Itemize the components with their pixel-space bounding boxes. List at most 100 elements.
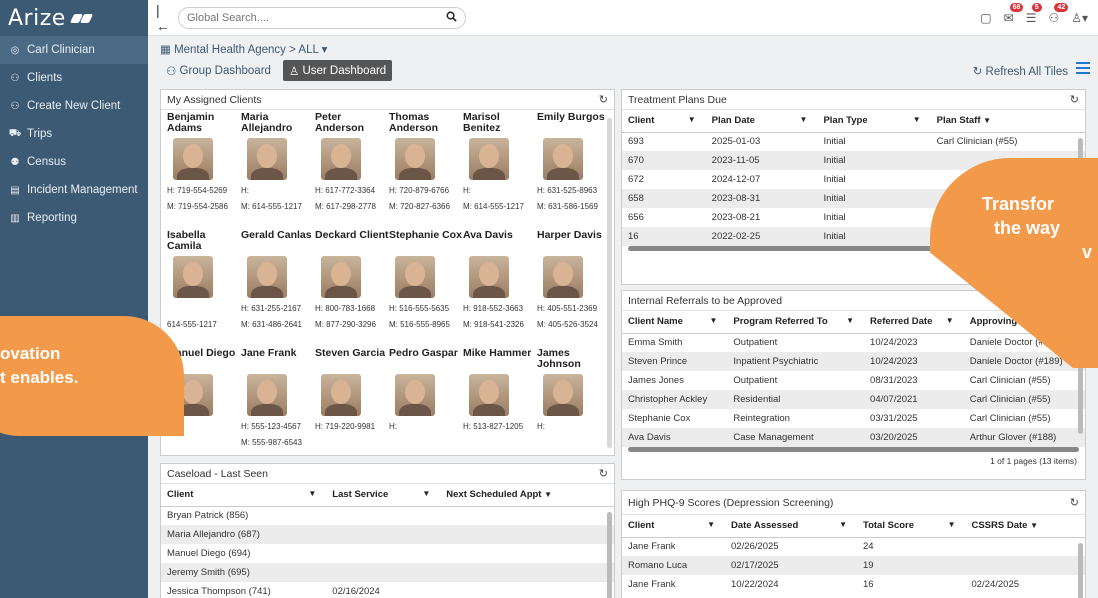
filter-icon[interactable]: ▼ <box>308 489 316 498</box>
client-photo[interactable] <box>395 256 435 298</box>
filter-icon[interactable]: ▼ <box>946 316 954 325</box>
client-card[interactable]: Ava Davis H: 918-552-3663 M: 918-541-2326 <box>463 230 537 348</box>
column-header[interactable]: Plan Date ▼ <box>705 110 818 133</box>
client-card[interactable]: Pedro Gaspar H: <box>389 348 463 455</box>
client-card[interactable]: Marisol Benitez H: M: 614-555-1217 <box>463 112 537 230</box>
table-row[interactable]: Stephanie Cox Reintegration 03/31/2025 Carl… <box>622 409 1085 428</box>
sidebar-item-carl-clinician[interactable]: ◎ Carl Clinician <box>0 36 148 64</box>
client-photo[interactable] <box>173 138 213 180</box>
refresh-all-button[interactable]: ↻ Refresh All Tiles <box>973 64 1068 78</box>
client-card[interactable]: Mike Hammer H: 513-827-1205 <box>463 348 537 455</box>
sidebar-item-clients[interactable]: ⚇ Clients <box>0 64 148 92</box>
breadcrumb[interactable]: ▦ Mental Health Agency > ALL ▾ <box>160 42 327 56</box>
client-photo[interactable] <box>395 138 435 180</box>
table-row[interactable]: Jessica Thompson (741) 02/16/2024 <box>161 582 614 598</box>
filter-icon[interactable]: ▼ <box>544 490 552 499</box>
table-row[interactable]: Maria Allejandro (687) <box>161 525 614 544</box>
table-row[interactable]: 693 2025-01-03 Initial Carl Clinician (#55) <box>622 132 1085 151</box>
table-row[interactable]: Jane Frank 02/26/2025 24 <box>622 537 1085 556</box>
client-photo[interactable] <box>321 138 361 180</box>
column-header[interactable]: Client ▼ <box>622 515 725 538</box>
refresh-icon[interactable]: ↻ <box>1070 496 1079 509</box>
column-header[interactable]: Last Service ▼ <box>326 484 441 507</box>
table-row[interactable]: Romano Luca 02/17/2025 19 <box>622 556 1085 575</box>
refresh-icon[interactable]: ↻ <box>1070 93 1079 106</box>
refresh-icon[interactable]: ↻ <box>599 93 608 106</box>
client-photo[interactable] <box>247 138 287 180</box>
table-row[interactable]: Manuel Diego (694) <box>161 544 614 563</box>
client-photo[interactable] <box>469 256 509 298</box>
client-card[interactable]: Steven Garcia H: 719-220-9981 <box>315 348 389 455</box>
table-row[interactable]: Jeremy Smith (695) <box>161 563 614 582</box>
client-card[interactable]: Stephanie Cox H: 516-555-5635 M: 516-555-8… <box>389 230 463 348</box>
client-photo[interactable] <box>543 256 583 298</box>
client-card[interactable]: Jane Frank H: 555-123-4567 M: 555-987-6543 <box>241 348 315 455</box>
filter-icon[interactable]: ▼ <box>913 115 921 124</box>
client-card[interactable]: Peter Anderson H: 617-772-3364 M: 617-298-… <box>315 112 389 230</box>
notification-icon[interactable]: ✉ 68 <box>1004 2 1024 25</box>
client-photo[interactable] <box>395 374 435 416</box>
client-photo[interactable] <box>469 374 509 416</box>
column-header[interactable]: CSSRS Date ▼ <box>965 515 1085 538</box>
filter-icon[interactable]: ▼ <box>1030 521 1038 530</box>
client-card[interactable]: Gerald Canlas H: 631-255-2167 M: 631-486-2… <box>241 230 315 348</box>
sidebar-item-census[interactable]: ⚉ Census <box>0 148 148 176</box>
client-photo[interactable] <box>321 256 361 298</box>
client-photo[interactable] <box>543 374 583 416</box>
vertical-scrollbar[interactable] <box>607 512 612 598</box>
column-header[interactable]: Plan Staff ▼ <box>930 110 1085 133</box>
filter-icon[interactable]: ▼ <box>948 520 956 529</box>
collapse-sidebar-icon[interactable]: |← <box>156 2 170 34</box>
hamburger-menu-icon[interactable] <box>1076 62 1090 74</box>
client-card[interactable]: Maria Allejandro H: M: 614-555-1217 <box>241 112 315 230</box>
client-card[interactable]: James Johnson H: <box>537 348 611 455</box>
filter-icon[interactable]: ▼ <box>707 520 715 529</box>
client-photo[interactable] <box>543 138 583 180</box>
column-header[interactable]: Total Score ▼ <box>856 515 966 538</box>
filter-icon[interactable]: ▼ <box>800 115 808 124</box>
client-card[interactable]: Isabella Camila 614-555-1217 <box>167 230 241 348</box>
filter-icon[interactable]: ▼ <box>709 316 717 325</box>
search-input[interactable] <box>187 11 427 24</box>
client-photo[interactable] <box>173 256 213 298</box>
table-row[interactable]: Jane Frank 10/22/2024 16 02/24/2025 <box>622 575 1085 594</box>
table-row[interactable]: Ava Davis Case Management 03/20/2025 Arthur… <box>622 428 1085 447</box>
task-list-icon[interactable]: ☰ 5 <box>1026 2 1042 25</box>
tab-user-dashboard[interactable]: ♙ User Dashboard <box>282 60 393 81</box>
filter-icon[interactable]: ▼ <box>846 316 854 325</box>
sidebar-item-incident-management[interactable]: ▤ Incident Management <box>0 176 148 204</box>
filter-icon[interactable]: ▼ <box>983 116 991 125</box>
client-card[interactable]: Harper Davis H: 405-551-2369 M: 405-526-35… <box>537 230 611 348</box>
filter-icon[interactable]: ▼ <box>688 115 696 124</box>
messages-icon[interactable]: ⚇ 42 <box>1048 2 1069 25</box>
filter-icon[interactable]: ▼ <box>422 489 430 498</box>
client-photo[interactable] <box>469 138 509 180</box>
refresh-icon[interactable]: ↻ <box>599 467 608 480</box>
client-photo[interactable] <box>321 374 361 416</box>
app-logo[interactable]: Arize <box>0 0 148 36</box>
search-icon[interactable] <box>446 11 457 25</box>
global-search[interactable] <box>178 6 466 29</box>
client-card[interactable]: Emily Burgos H: 631-525-8963 M: 631-586-15… <box>537 112 611 230</box>
client-card[interactable]: Benjamin Adams H: 719-554-5269 M: 719-554-… <box>167 112 241 230</box>
column-header[interactable]: Client ▼ <box>161 484 327 507</box>
column-header[interactable]: Date Assessed ▼ <box>725 515 857 538</box>
table-row[interactable]: Steven Prince Inpatient Psychiatric 10/24/… <box>622 352 1085 371</box>
column-header[interactable]: Client Name ▼ <box>622 311 728 334</box>
client-card[interactable]: Deckard Client H: 800-783-1668 M: 877-290-… <box>315 230 389 348</box>
table-row[interactable]: Emma Smith Outpatient 10/24/2023 Daniele Do… <box>622 333 1085 352</box>
table-row[interactable]: Christopher Ackley Residential 04/07/2021 C… <box>622 390 1085 409</box>
vertical-scrollbar[interactable] <box>607 118 612 448</box>
sidebar-item-create-new-client[interactable]: ⚇ Create New Client <box>0 92 148 120</box>
table-row[interactable]: Bryan Patrick (856) <box>161 506 614 525</box>
column-header[interactable]: Plan Type ▼ <box>817 110 931 133</box>
sidebar-item-reporting[interactable]: ▥ Reporting <box>0 204 148 232</box>
column-header[interactable]: Referred Date ▼ <box>864 311 964 334</box>
filter-icon[interactable]: ▼ <box>839 520 847 529</box>
tab-group-dashboard[interactable]: ⚇ Group Dashboard <box>160 60 277 81</box>
column-header[interactable]: Client ▼ <box>622 110 706 133</box>
table-row[interactable]: James Jones Outpatient 08/31/2023 Carl Clin… <box>622 371 1085 390</box>
vertical-scrollbar[interactable] <box>1078 543 1083 598</box>
sidebar-item-trips[interactable]: ⛟ Trips <box>0 120 148 148</box>
column-header[interactable]: Next Scheduled Appt ▼ <box>440 484 614 507</box>
